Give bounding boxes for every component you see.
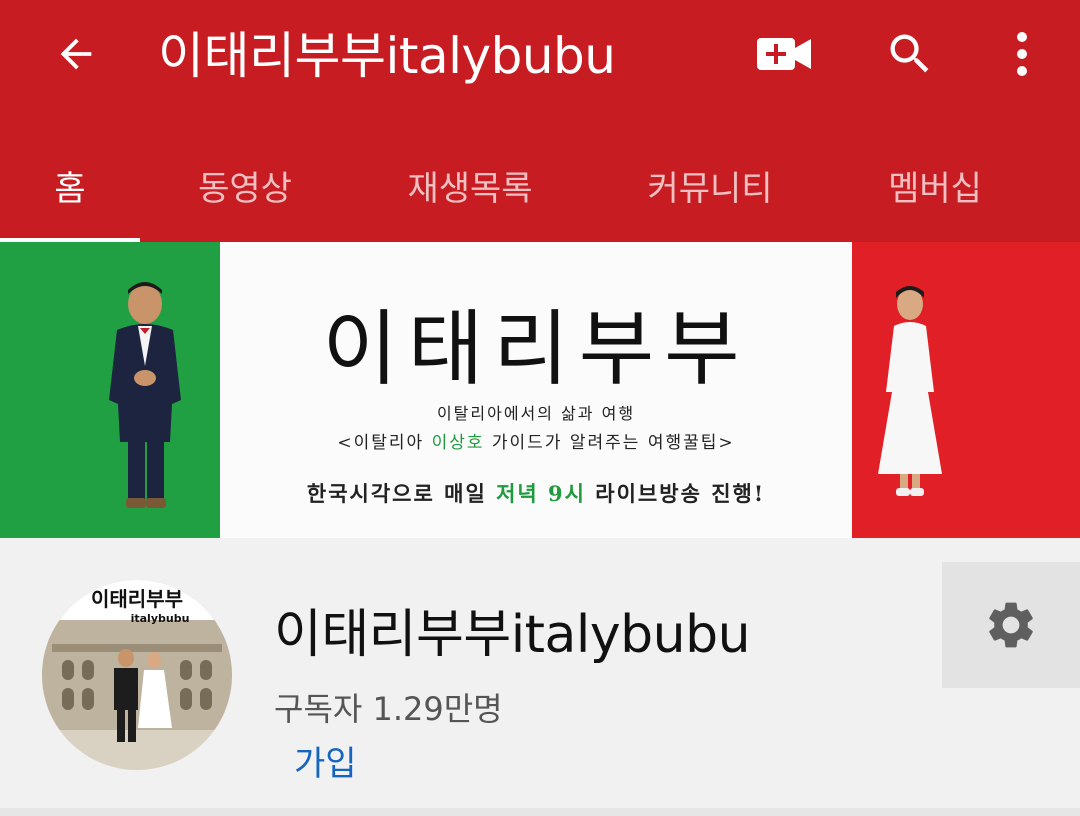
channel-header: 이태리부부 italybubu 이태리부부italybubu 구독자 1.29만… [0, 538, 1080, 810]
channel-avatar[interactable]: 이태리부부 italybubu [42, 580, 232, 770]
avatar-image: 이태리부부 italybubu [42, 580, 232, 770]
arrow-left-icon [60, 38, 92, 70]
more-options-button[interactable] [990, 22, 1054, 86]
app-bar: 이태리부부italybubu 홈 동영상 재생목록 커뮤니티 멤버십 [0, 0, 1080, 242]
join-link[interactable]: 가입 [294, 736, 357, 785]
banner-man-figure [109, 282, 181, 508]
banner-live-line: 한국시각으로 매일 저녁 9시 라이브방송 진행! [220, 478, 852, 508]
banner-red-band [852, 242, 1080, 538]
banner-title: 이태리부부 [322, 302, 750, 397]
tab-home[interactable]: 홈 [0, 128, 140, 242]
banner-guide-prefix: <이탈리아 [337, 433, 432, 453]
tab-membership[interactable]: 멤버십 [840, 128, 1030, 242]
more-vert-icon [1017, 32, 1027, 76]
tab-community[interactable]: 커뮤니티 [600, 128, 820, 242]
banner-guide-line: <이탈리아 이상호 가이드가 알려주는 여행꿀팁> [220, 428, 852, 453]
avatar-logo-sub: italybubu [131, 612, 190, 625]
video-add-icon [757, 38, 811, 70]
gear-icon [989, 602, 1033, 648]
banner-green-band [0, 242, 220, 538]
banner-live-time: 저녁 9시 [496, 481, 586, 506]
channel-tabs: 홈 동영상 재생목록 커뮤니티 멤버십 [0, 128, 1080, 242]
banner-subtitle: 이탈리아에서의 삶과 여행 [436, 404, 636, 423]
search-icon [890, 34, 929, 73]
settings-button[interactable] [942, 562, 1080, 688]
subscriber-count: 구독자 1.29만명 [274, 690, 503, 728]
channel-banner: 이태리부부 이탈리아에서의 삶과 여행 <이탈리아 이상호 가이드가 알려주는 … [0, 242, 1080, 538]
app-title: 이태리부부italybubu [158, 27, 616, 85]
channel-name: 이태리부부italybubu [274, 605, 751, 665]
banner-live-suffix: 라이브방송 진행! [585, 481, 766, 506]
create-video-button[interactable] [752, 22, 816, 86]
section-divider [0, 808, 1080, 816]
banner-live-prefix: 한국시각으로 매일 [306, 481, 497, 506]
back-button[interactable] [44, 22, 108, 86]
banner-guide-suffix: 가이드가 알려주는 여행꿀팁> [484, 433, 735, 453]
banner-woman-figure [878, 286, 942, 496]
search-button[interactable] [878, 22, 942, 86]
avatar-logo-title: 이태리부부 [91, 587, 183, 611]
tab-videos[interactable]: 동영상 [150, 128, 340, 242]
tab-playlists[interactable]: 재생목록 [360, 128, 580, 242]
banner-guide-name: 이상호 [431, 433, 485, 453]
